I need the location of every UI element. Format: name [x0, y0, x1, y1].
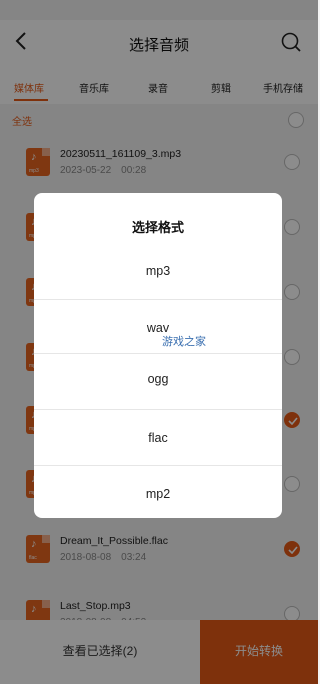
dialog-title: 选择格式 — [131, 220, 184, 235]
watermark-logo-text: K73 — [96, 325, 144, 352]
format-option-mp2[interactable]: mp2 — [34, 474, 282, 515]
divider — [34, 465, 282, 466]
format-option-ogg[interactable]: ogg — [34, 359, 282, 400]
watermark-tagline: 游戏之家 — [162, 336, 206, 348]
divider — [34, 299, 282, 300]
format-option-mp3[interactable]: mp3 — [34, 251, 282, 292]
divider — [34, 409, 282, 410]
format-option-flac[interactable]: flac — [34, 418, 282, 459]
watermark-logo: K73 游戏之家 — [96, 325, 226, 359]
